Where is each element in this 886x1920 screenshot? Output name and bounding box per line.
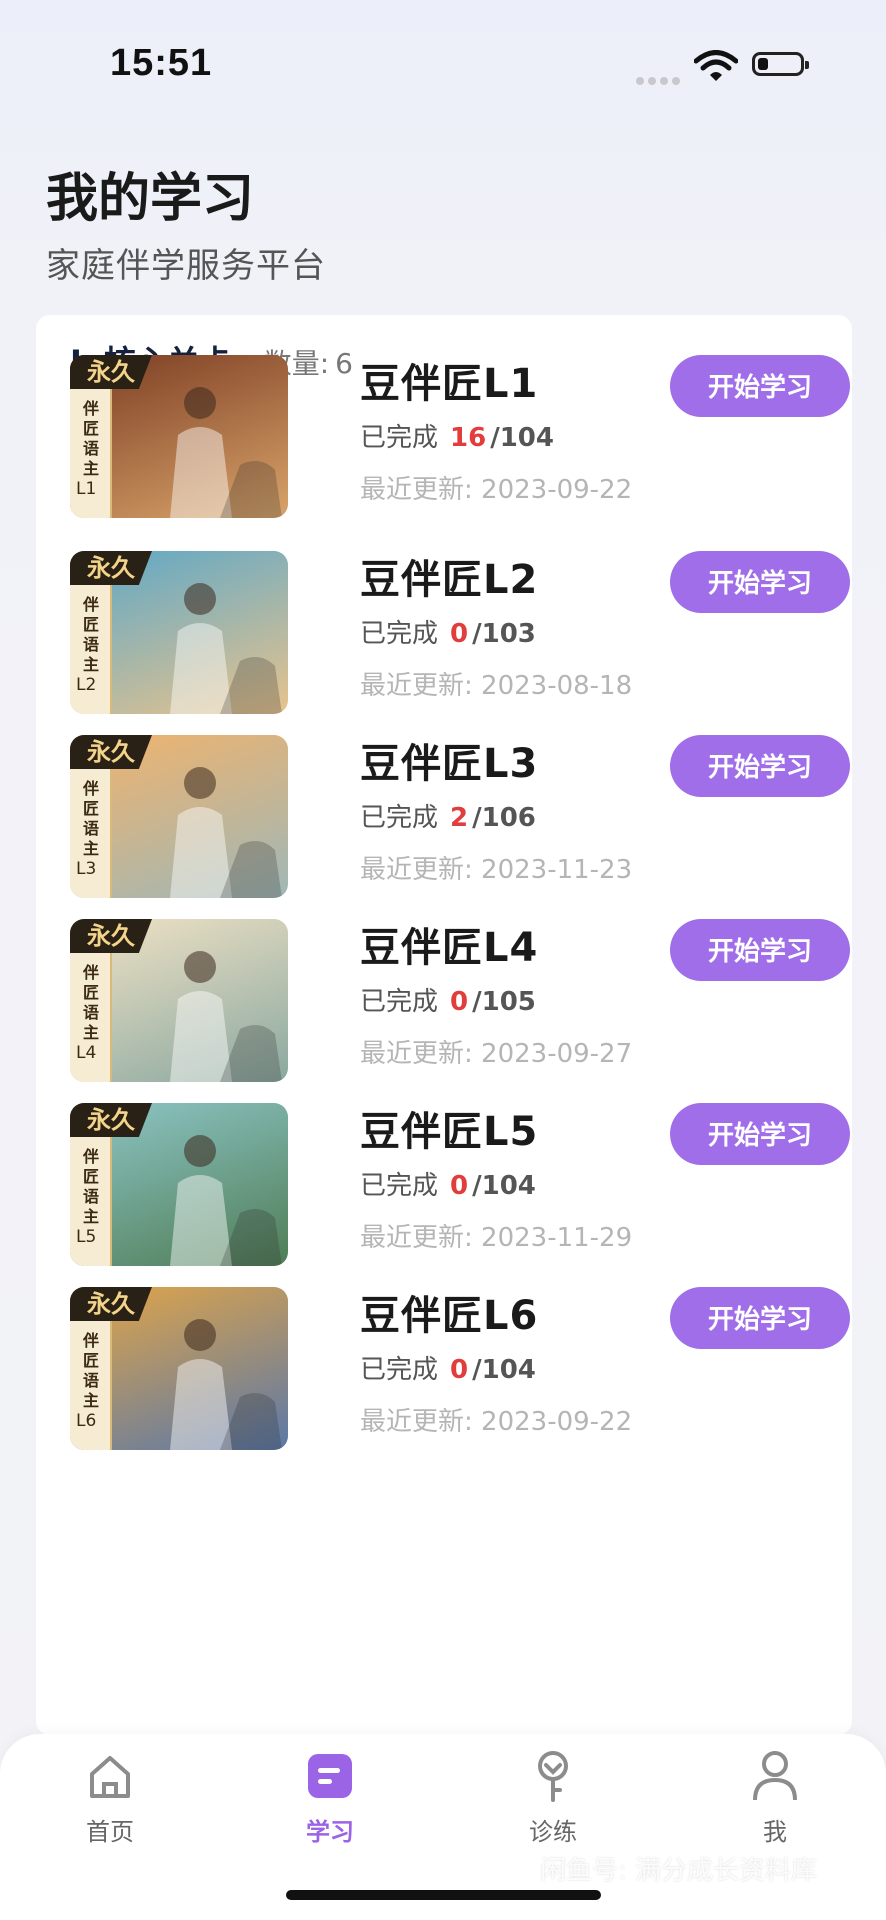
tab-home[interactable]: 首页 (50, 1748, 170, 1858)
status-time: 15:51 (110, 42, 213, 84)
tab-me[interactable]: 我 (715, 1748, 835, 1858)
last-updated: 最近更新: 2023-09-22 (360, 1407, 633, 1437)
status-bar: 15:51 (0, 0, 886, 130)
permanent-badge: 永久 (70, 919, 152, 953)
last-updated: 最近更新: 2023-11-23 (360, 855, 633, 885)
permanent-badge: 永久 (70, 1103, 152, 1137)
permanent-badge: 永久 (70, 1287, 152, 1321)
progress-done: 0 (450, 1355, 469, 1385)
course-progress: 已完成 16/104 (360, 417, 554, 454)
progress-label: 已完成 (360, 987, 439, 1017)
progress-done: 16 (450, 423, 487, 453)
level-label: L3 (76, 859, 97, 879)
level-label: L1 (76, 479, 97, 499)
course-name[interactable]: 豆伴匠L1 (360, 351, 538, 409)
page-title: 我的学习 (46, 169, 255, 229)
course-name[interactable]: 豆伴匠L5 (360, 1099, 538, 1157)
course-name[interactable]: 豆伴匠L3 (360, 731, 538, 789)
course-item[interactable]: 伴匠语主 L2 永久 豆伴匠L2 已完成 0/103 最近更新: 2023-08-… (70, 551, 850, 721)
course-progress: 已完成 0/103 (360, 613, 536, 650)
start-learning-button[interactable]: 开始学习 (670, 355, 850, 417)
battery-icon (752, 52, 809, 76)
progress-done: 0 (450, 619, 469, 649)
course-card: L-核心关卡 数量: 6 伴匠语主 L1 永久 豆伴匠L1 已完成16/104 … (36, 315, 852, 1735)
course-progress: 已完成 0/104 (360, 1165, 536, 1202)
series-label: 伴匠语主 (82, 963, 99, 1042)
progress-total: /104 (472, 1355, 536, 1385)
key-icon (538, 1751, 568, 1802)
start-learning-button[interactable]: 开始学习 (670, 1287, 850, 1349)
level-label: L5 (76, 1227, 97, 1247)
course-name[interactable]: 豆伴匠L2 (360, 547, 538, 605)
course-thumbnail[interactable]: 伴匠语主 L3 永久 (70, 735, 288, 898)
progress-label: 已完成 (360, 803, 439, 833)
course-name[interactable]: 豆伴匠L4 (360, 915, 538, 973)
start-learning-button[interactable]: 开始学习 (670, 551, 850, 613)
tab-label: 首页 (86, 1818, 134, 1846)
series-label: 伴匠语主 (82, 1331, 99, 1410)
course-thumbnail[interactable]: 伴匠语主 L4 永久 (70, 919, 288, 1082)
tab-label: 诊练 (529, 1818, 577, 1846)
series-label: 伴匠语主 (82, 1147, 99, 1226)
progress-done: 0 (450, 987, 469, 1017)
course-item[interactable]: 伴匠语主 L6 永久 豆伴匠L6 已完成 0/104 最近更新: 2023-09-… (70, 1287, 850, 1457)
course-item[interactable]: 伴匠语主 L5 永久 豆伴匠L5 已完成 0/104 最近更新: 2023-11-… (70, 1103, 850, 1273)
level-label: L6 (76, 1411, 97, 1431)
progress-label: 已完成 (360, 423, 439, 453)
home-indicator (286, 1890, 601, 1900)
course-thumbnail[interactable]: 伴匠语主 L6 永久 (70, 1287, 288, 1450)
person-icon (753, 1751, 797, 1801)
course-progress: 已完成 0/105 (360, 981, 536, 1018)
progress-done: 0 (450, 1171, 469, 1201)
tab-label: 学习 (306, 1818, 354, 1846)
permanent-badge: 永久 (70, 355, 152, 389)
tab-label: 我 (763, 1818, 787, 1846)
course-thumbnail[interactable]: 伴匠语主 L5 永久 (70, 1103, 288, 1266)
level-label: L2 (76, 675, 97, 695)
last-updated: 最近更新: 2023-09-22 (360, 475, 633, 505)
start-learning-button[interactable]: 开始学习 (670, 919, 850, 981)
progress-done: 2 (450, 803, 469, 833)
signal-icon (636, 70, 684, 89)
study-icon (308, 1754, 352, 1798)
progress-total: /104 (472, 1171, 536, 1201)
watermark: 闲鱼号: 满分成长资料库 (540, 1856, 818, 1886)
progress-label: 已完成 (360, 619, 439, 649)
progress-label: 已完成 (360, 1171, 439, 1201)
start-learning-button[interactable]: 开始学习 (670, 1103, 850, 1165)
level-label: L4 (76, 1043, 97, 1063)
start-learning-button[interactable]: 开始学习 (670, 735, 850, 797)
course-item[interactable]: 伴匠语主 L1 永久 豆伴匠L1 已完成 16/104 最近更新: 2023-09… (70, 355, 850, 525)
course-item[interactable]: 伴匠语主 L3 永久 豆伴匠L3 已完成 2/106 最近更新: 2023-11-… (70, 735, 850, 905)
series-label: 伴匠语主 (82, 779, 99, 858)
series-label: 伴匠语主 (82, 399, 99, 478)
permanent-badge: 永久 (70, 551, 152, 585)
last-updated: 最近更新: 2023-08-18 (360, 671, 633, 701)
progress-total: /103 (472, 619, 536, 649)
last-updated: 最近更新: 2023-11-29 (360, 1223, 633, 1253)
home-icon (90, 1756, 130, 1798)
course-thumbnail[interactable]: 伴匠语主 L2 永久 (70, 551, 288, 714)
course-progress: 已完成 0/104 (360, 1349, 536, 1386)
course-name[interactable]: 豆伴匠L6 (360, 1283, 538, 1341)
series-label: 伴匠语主 (82, 595, 99, 674)
progress-total: /105 (472, 987, 536, 1017)
wifi-icon (694, 50, 738, 81)
course-progress: 已完成 2/106 (360, 797, 536, 834)
course-item[interactable]: 伴匠语主 L4 永久 豆伴匠L4 已完成 0/105 最近更新: 2023-09-… (70, 919, 850, 1089)
progress-label: 已完成 (360, 1355, 439, 1385)
last-updated: 最近更新: 2023-09-27 (360, 1039, 633, 1069)
permanent-badge: 永久 (70, 735, 152, 769)
tab-practice[interactable]: 诊练 (493, 1748, 613, 1858)
tab-study[interactable]: 学习 (270, 1748, 390, 1858)
progress-total: /104 (490, 423, 554, 453)
course-thumbnail[interactable]: 伴匠语主 L1 永久 (70, 355, 288, 518)
progress-total: /106 (472, 803, 536, 833)
page-subtitle: 家庭伴学服务平台 (46, 246, 326, 286)
